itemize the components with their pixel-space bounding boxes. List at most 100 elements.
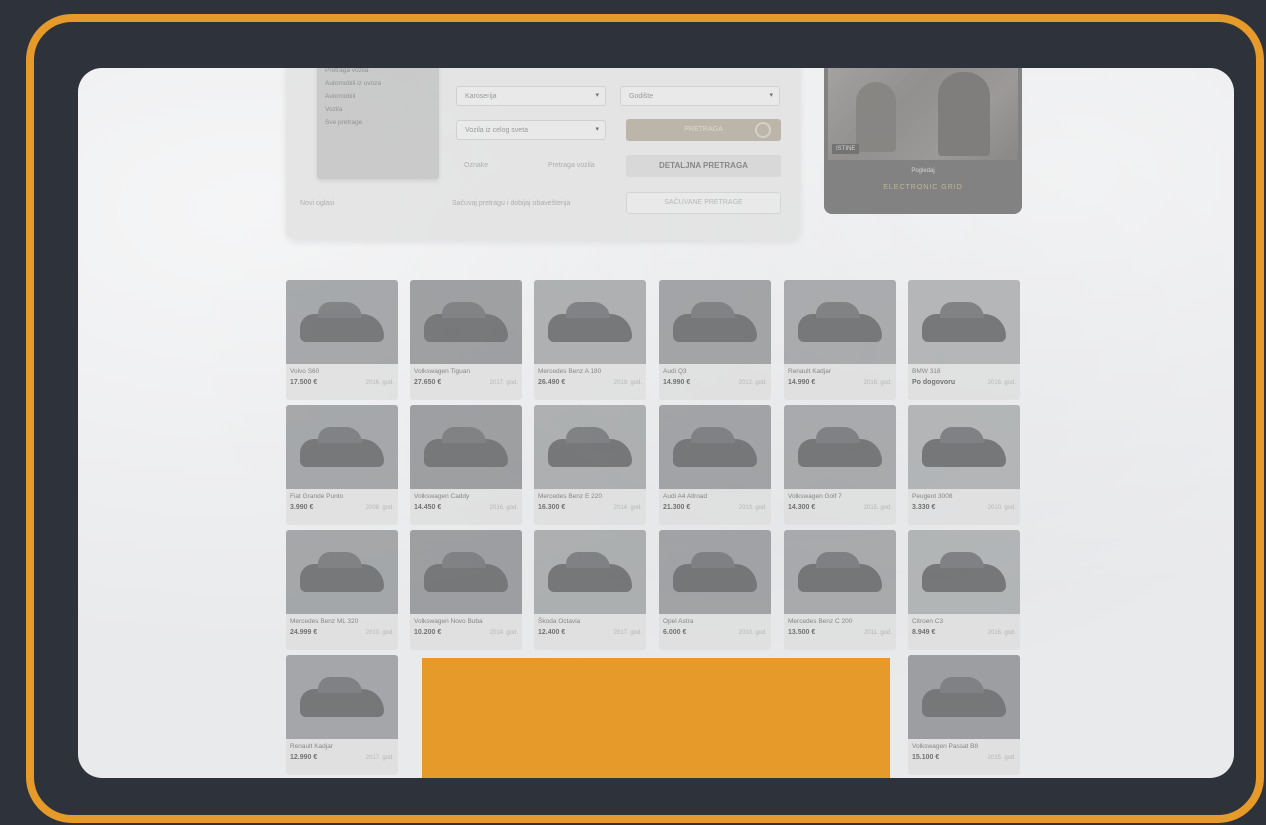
listing-price: 14.990 € [788,379,816,386]
listing-price: Po dogovoru [912,379,956,386]
dropdown-item[interactable]: Automobili [325,92,431,102]
listing-card[interactable]: Volkswagen Golf 7 14.300 € 2015. god. [784,405,896,525]
car-shape [922,427,1006,467]
dropdown-item[interactable]: Automobili iz uvoza [325,79,431,89]
car-shape [300,552,384,592]
detailed-search-button[interactable]: DETALJNA PRETRAGA [626,155,781,177]
listing-card[interactable]: Škoda Octavia 12.400 € 2017. god. [534,530,646,650]
select-price[interactable]: Vozila iz celog sveta ▾ [456,120,606,140]
listing-year: 2015. god. [987,755,1016,761]
car-shape [798,552,882,592]
listing-year: 2017. god. [489,380,518,386]
listing-price: 17.500 € [290,379,318,386]
screenshot-panel: Karoserija ▾ Godište ▾ Vozila iz celog s… [78,68,1234,778]
dropdown-item[interactable]: Pretraga vozila [325,68,431,76]
checkbox-label[interactable]: Oznake [464,162,488,169]
car-photo [784,280,896,364]
new-ads-link[interactable]: Novi oglasi [300,200,334,207]
listing-card[interactable]: Mercedes Benz C 200 13.500 € 2011. god. [784,530,896,650]
listing-card[interactable]: Volkswagen Caddy 14.450 € 2016. god. [410,405,522,525]
listing-card[interactable]: Peugeot 3008 3.330 € 2010. god. [908,405,1020,525]
listing-card[interactable]: Audi A4 Allroad 21.300 € 2013. god. [659,405,771,525]
car-shape [424,302,508,342]
car-shape [673,302,757,342]
car-photo [534,530,646,614]
listing-card[interactable]: Fiat Grande Punto 3.990 € 2008. god. [286,405,398,525]
listing-year: 2012. god. [738,380,767,386]
dropdown-item[interactable]: Vozila [325,105,431,115]
listing-title: Mercedes Benz A 180 [538,368,602,375]
listing-price: 27.650 € [414,379,442,386]
listing-year: 2017. god. [613,630,642,636]
listing-price: 12.400 € [538,629,566,636]
listing-price: 8.949 € [912,629,936,636]
listing-year: 2014. god. [613,505,642,511]
car-shape [922,302,1006,342]
listing-title: Peugeot 3008 [912,493,953,500]
listing-title: Volkswagen Passat B8 [912,743,979,750]
car-shape [548,302,632,342]
car-shape [300,302,384,342]
search-button[interactable]: PRETRAGA [626,119,781,141]
chevron-down-icon: ▾ [595,126,599,133]
listing-price: 15.100 € [912,754,940,761]
car-photo [784,530,896,614]
listing-year: 2019. god. [613,380,642,386]
person-figure [856,82,896,152]
listing-card[interactable]: Volkswagen Passat B8 15.100 € 2015. god. [908,655,1020,775]
listing-title: Volkswagen Novo Buba [414,618,483,625]
listing-card[interactable]: Mercedes Benz ML 320 24.999 € 2010. god. [286,530,398,650]
ad-brand: ELECTRONIC GRID [883,184,963,191]
select-label: Vozila iz celog sveta [465,127,529,134]
car-photo [908,530,1020,614]
car-shape [798,427,882,467]
listing-card[interactable]: Opel Astra 6.000 € 2010. god. [659,530,771,650]
listing-price: 6.000 € [663,629,687,636]
car-photo [410,530,522,614]
saved-searches-button[interactable]: SAČUVANE PRETRAGE [626,192,781,214]
car-photo [286,530,398,614]
search-panel: Karoserija ▾ Godište ▾ Vozila iz celog s… [286,68,800,240]
select-body-type[interactable]: Karoserija ▾ [456,86,606,106]
listing-card[interactable]: Mercedes Benz A 180 26.490 € 2019. god. [534,280,646,400]
listing-title: Mercedes Benz C 200 [788,618,853,625]
listing-price: 13.500 € [788,629,816,636]
car-photo [410,405,522,489]
car-photo [410,280,522,364]
listing-year: 2016. god. [987,630,1016,636]
dropdown-item[interactable]: Sve pretrage [325,118,431,128]
listing-card[interactable]: Renault Kadjar 14.990 € 2018. god. [784,280,896,400]
video-ad[interactable]: ISTINE Pogledaj ELECTRONIC GRID [824,68,1022,214]
listing-card[interactable]: BMW 318 Po dogovoru 2016. god. [908,280,1020,400]
chevron-down-icon: ▾ [595,92,599,99]
car-shape [673,427,757,467]
car-shape [300,677,384,717]
listing-title: BMW 318 [912,368,941,375]
select-year[interactable]: Godište ▾ [620,86,780,106]
ad-badge: ISTINE [832,144,860,154]
listing-card[interactable]: Volkswagen Tiguan 27.650 € 2017. god. [410,280,522,400]
car-shape [548,427,632,467]
listing-card[interactable]: Audi Q3 14.990 € 2012. god. [659,280,771,400]
car-photo [286,655,398,739]
listing-card[interactable]: Mercedes Benz E 220 16.300 € 2014. god. [534,405,646,525]
listing-year: 2010. god. [365,630,394,636]
listing-card[interactable]: Volvo S60 17.500 € 2016. god. [286,280,398,400]
listing-price: 24.999 € [290,629,318,636]
listing-card[interactable]: Renault Kadjar 12.990 € 2017. god. [286,655,398,775]
listing-price: 14.300 € [788,504,816,511]
listing-price: 14.990 € [663,379,691,386]
car-photo [286,405,398,489]
listing-year: 2008. god. [365,505,394,511]
listing-price: 21.300 € [663,504,691,511]
listing-card[interactable]: Volkswagen Novo Buba 10.200 € 2014. god. [410,530,522,650]
dropdown-menu: Pretraga vozila Automobili iz uvoza Auto… [317,68,439,179]
listing-card[interactable]: Citroen C3 8.949 € 2016. god. [908,530,1020,650]
car-shape [798,302,882,342]
listing-price: 16.300 € [538,504,566,511]
listing-title: Volkswagen Caddy [414,493,470,500]
listing-year: 2014. god. [489,630,518,636]
listing-title: Renault Kadjar [788,368,831,375]
car-shape [424,427,508,467]
car-photo [908,405,1020,489]
